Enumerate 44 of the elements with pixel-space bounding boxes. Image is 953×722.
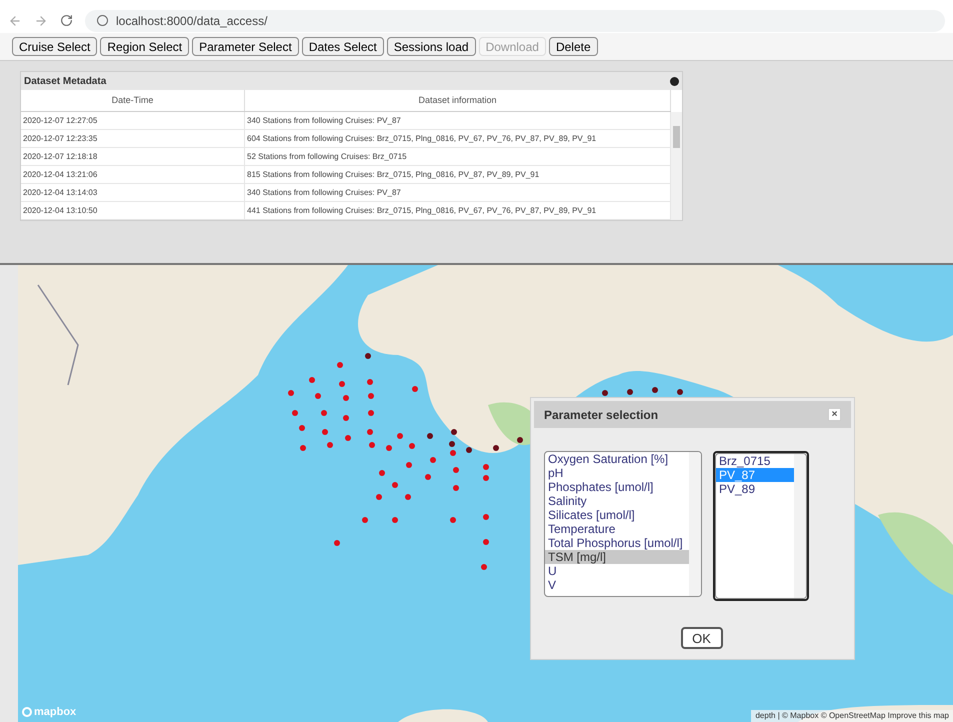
url-text: localhost:8000/data_access/ [116, 12, 268, 30]
list-item[interactable]: U [545, 564, 689, 578]
list-item[interactable]: pH [545, 466, 689, 480]
ok-button[interactable]: OK [680, 627, 722, 649]
panel-title: Dataset Metadata [24, 74, 106, 88]
list-item[interactable]: Total Phosphorus [umol/l] [545, 536, 689, 550]
scrollbar[interactable] [794, 454, 806, 598]
scrollbar[interactable] [671, 112, 682, 220]
back-icon[interactable] [8, 14, 22, 28]
toolbar-button[interactable]: Dates Select [302, 37, 384, 56]
list-box[interactable]: Oxygen Saturation [%] pH Phosphates [umol/l] Salinity Silicates [umol/l] Temperature Total Phosphorus [umol/l] TSM [mg/l] U V [544, 451, 702, 597]
table-cell: 2020-12-04 13:14:03 [21, 184, 245, 201]
list-box[interactable]: Brz_0715 PV_87 PV_89 [715, 453, 807, 599]
toolbar-button[interactable]: Parameter Select [192, 37, 299, 56]
dialog-title: Parameter selection [544, 406, 658, 424]
collapse-icon[interactable] [670, 76, 679, 86]
toolbar-button[interactable]: Sessions load [386, 37, 476, 56]
list-item[interactable]: Salinity [545, 494, 689, 508]
list-item[interactable]: Brz_0715 [716, 454, 794, 468]
scrollbar[interactable] [689, 452, 701, 596]
address-bar[interactable]: localhost:8000/data_access/ [85, 10, 945, 32]
list-item[interactable]: Temperature [545, 522, 689, 536]
list-item[interactable]: Oxygen Saturation [%] [545, 452, 689, 466]
column-header[interactable]: Dataset information [245, 90, 671, 111]
column-header[interactable]: Date-Time [21, 90, 245, 111]
table-cell: 2020-12-07 12:23:35 [21, 130, 245, 147]
toolbar-button[interactable]: Delete [548, 37, 598, 56]
attribution: depth | © Mapbox © OpenStreetMap Improve this map [751, 710, 953, 722]
logo-text: mapbox [34, 704, 76, 720]
toolbar-button[interactable]: Cruise Select [12, 37, 98, 56]
close-button[interactable]: × [828, 408, 841, 421]
list-item[interactable]: Phosphates [umol/l] [545, 480, 689, 494]
table-cell: 2020-12-04 13:21:06 [21, 166, 245, 183]
logo-icon [22, 706, 32, 717]
reload-icon[interactable] [60, 14, 73, 27]
list-item[interactable]: V [545, 578, 689, 592]
list-item[interactable]: TSM [mg/l] [545, 550, 689, 564]
list-item[interactable]: PV_89 [716, 482, 794, 496]
table-cell: 2020-12-07 12:27:05 [21, 112, 245, 129]
table-cell: 2020-12-04 13:10:50 [21, 202, 245, 219]
toolbar-button[interactable]: Region Select [100, 37, 190, 56]
forward-icon[interactable] [34, 14, 48, 28]
table-cell: 2020-12-07 12:18:18 [21, 148, 245, 165]
list-item[interactable]: Silicates [umol/l] [545, 508, 689, 522]
